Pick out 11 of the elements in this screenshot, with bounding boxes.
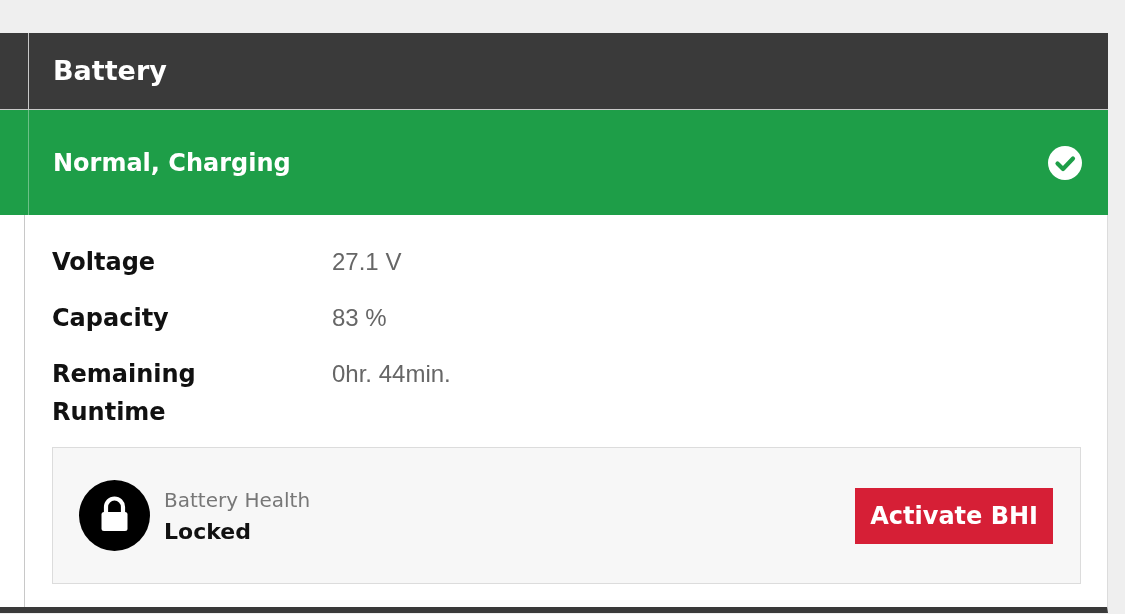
status-text: Normal, Charging (53, 147, 291, 179)
metric-label: Capacity (52, 303, 170, 334)
activate-button[interactable]: Activate BHI (855, 487, 1053, 544)
health-label: Battery Health (164, 486, 311, 514)
metric-label: Remaining Runtime (52, 359, 197, 428)
metric-value: 27.1 V (332, 247, 403, 277)
panel-title: Battery (53, 54, 167, 88)
metric-label: Voltage (52, 247, 157, 278)
metric-value: 83 % (332, 303, 388, 333)
metric-value: 0hr. 44min. (332, 359, 452, 389)
health-status: Locked (164, 517, 252, 546)
